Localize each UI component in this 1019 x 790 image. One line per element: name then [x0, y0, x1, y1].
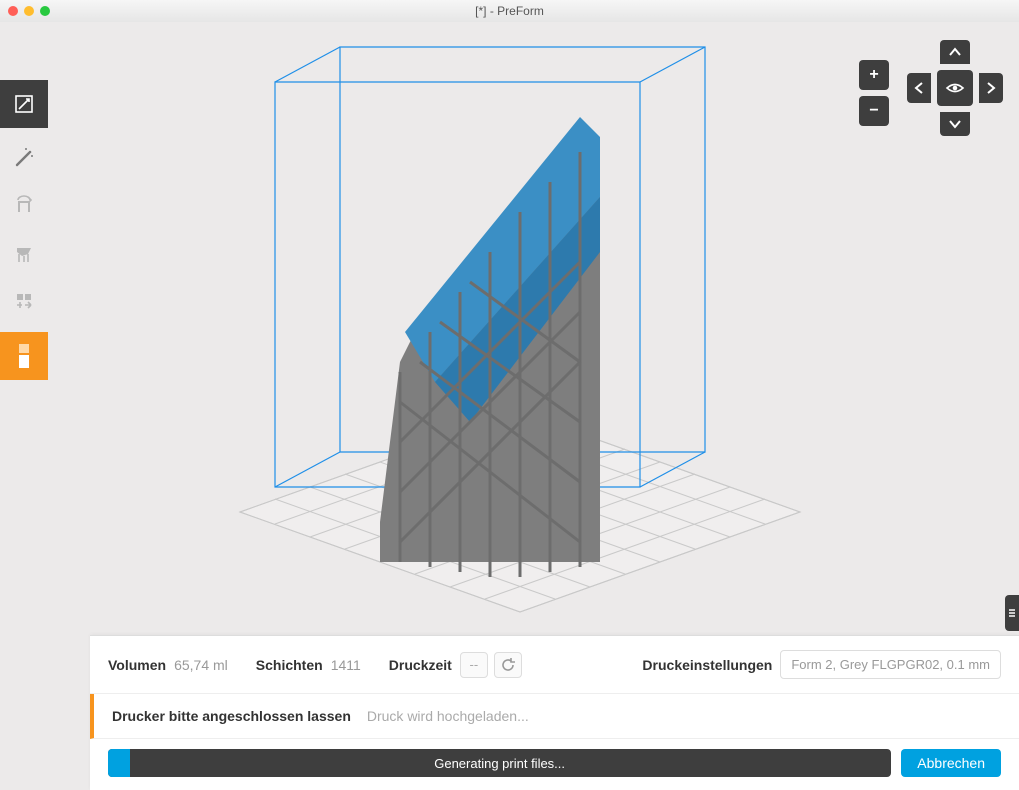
time-value-button[interactable]: --: [460, 652, 488, 678]
refresh-icon: [501, 658, 515, 672]
magic-tool[interactable]: [0, 134, 48, 182]
zoom-in-button[interactable]: +: [859, 60, 889, 90]
connect-message: Drucker bitte angeschlossen lassen: [112, 708, 351, 724]
progress-row: Generating print files... Abbrechen: [90, 739, 1019, 787]
bottom-panel: Volumen 65,74 ml Schichten 1411 Druckzei…: [90, 635, 1019, 790]
orbit-down-button[interactable]: [940, 112, 970, 136]
progress-text: Generating print files...: [434, 756, 565, 771]
orbit-up-button[interactable]: [940, 40, 970, 64]
volume-value: 65,74 ml: [174, 657, 228, 673]
orbit-controls: + −: [907, 40, 1003, 136]
layout-tool[interactable]: [0, 278, 48, 326]
print-tool[interactable]: [0, 332, 48, 380]
wand-icon: [12, 146, 36, 170]
layers-stat: Schichten 1411: [256, 657, 361, 673]
time-label: Druckzeit: [389, 657, 452, 673]
stats-row: Volumen 65,74 ml Schichten 1411 Druckzei…: [90, 636, 1019, 694]
settings-label: Druckeinstellungen: [642, 657, 772, 673]
orient-tool[interactable]: [0, 182, 48, 230]
upload-status-message: Druck wird hochgeladen...: [367, 708, 529, 724]
window-controls: [0, 6, 50, 16]
supports-icon: [12, 242, 36, 266]
window-title: [*] - PreForm: [0, 4, 1019, 18]
print-settings: Druckeinstellungen Form 2, Grey FLGPGR02…: [642, 650, 1001, 679]
list-icon: [1007, 607, 1017, 619]
progress-fill: [108, 749, 130, 777]
supports-tool[interactable]: [0, 230, 48, 278]
expand-icon: [13, 93, 35, 115]
layout-icon: [12, 290, 36, 314]
orbit-home-button[interactable]: [937, 70, 973, 106]
orient-icon: [12, 194, 36, 218]
layers-label: Schichten: [256, 657, 323, 673]
time-stat: Druckzeit --: [389, 652, 522, 678]
maximize-window-button[interactable]: [40, 6, 50, 16]
minimize-window-button[interactable]: [24, 6, 34, 16]
orbit-right-button[interactable]: [979, 73, 1003, 103]
progress-bar: Generating print files...: [108, 749, 891, 777]
chevron-down-icon: [949, 119, 961, 129]
layers-value: 1411: [331, 657, 361, 673]
close-window-button[interactable]: [8, 6, 18, 16]
eye-icon: [945, 81, 965, 95]
chevron-right-icon: [986, 82, 996, 94]
cancel-button[interactable]: Abbrechen: [901, 749, 1001, 777]
printer-icon: [13, 342, 35, 370]
orbit-left-button[interactable]: [907, 73, 931, 103]
titlebar: [*] - PreForm: [0, 0, 1019, 23]
size-tool[interactable]: [0, 80, 48, 128]
volume-label: Volumen: [108, 657, 166, 673]
chevron-left-icon: [914, 82, 924, 94]
upload-status-row: Drucker bitte angeschlossen lassen Druck…: [90, 694, 1019, 739]
left-toolbar: [0, 80, 48, 380]
chevron-up-icon: [949, 47, 961, 57]
volume-stat: Volumen 65,74 ml: [108, 657, 228, 673]
zoom-out-button[interactable]: −: [859, 96, 889, 126]
time-refresh-button[interactable]: [494, 652, 522, 678]
right-panel-toggle[interactable]: [1005, 595, 1019, 631]
settings-value-input[interactable]: Form 2, Grey FLGPGR02, 0.1 mm: [780, 650, 1001, 679]
orbit-dpad: [907, 40, 1003, 136]
